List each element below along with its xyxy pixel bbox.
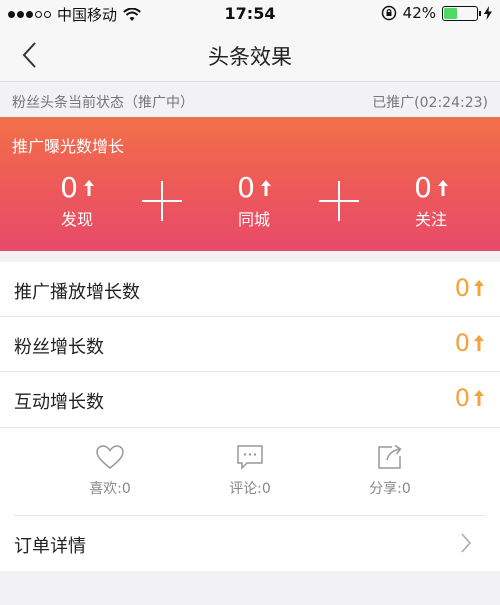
- comment-count: 评论:0: [229, 481, 271, 497]
- plus-icon: [319, 181, 359, 221]
- stat-following: 0 关注: [381, 171, 481, 230]
- row-value: 0: [455, 384, 484, 412]
- divider: [14, 515, 486, 516]
- list-item: 互动增长数 0: [0, 372, 500, 427]
- stat-same-city: 0 同城: [204, 171, 304, 230]
- status-right: 42%: [381, 4, 492, 22]
- stat-value: 0: [414, 171, 432, 204]
- comment-button[interactable]: 评论:0: [190, 442, 310, 498]
- order-details-row[interactable]: 订单详情: [0, 515, 500, 571]
- orientation-lock-icon: [381, 5, 396, 21]
- row-label: 互动增长数: [14, 392, 104, 413]
- row-value-number: 0: [454, 329, 470, 357]
- row-value: 0: [455, 274, 484, 302]
- battery-icon: [442, 5, 481, 21]
- battery-percent: 42%: [402, 4, 436, 22]
- arrow-up-icon: [474, 280, 484, 296]
- like-count: 喜欢:0: [89, 481, 131, 497]
- like-button[interactable]: 喜欢:0: [50, 442, 170, 498]
- battery-level: [444, 7, 458, 19]
- growth-list: 推广播放增长数 0 粉丝增长数 0 互动增长数 0: [0, 262, 500, 427]
- promotion-status-row: 粉丝头条当前状态（推广中） 已推广(02:24:23): [0, 83, 500, 117]
- row-label: 推广播放增长数: [14, 282, 140, 303]
- charging-icon: [484, 6, 492, 20]
- list-item: 推广播放增长数 0: [0, 262, 500, 317]
- promotion-elapsed-time: 已推广(02:24:23): [372, 95, 488, 111]
- row-value-number: 0: [454, 274, 470, 302]
- row-value: 0: [455, 329, 484, 357]
- stat-label: 发现: [60, 210, 93, 229]
- interaction-actions: 喜欢:0 评论:0 分享:0: [0, 427, 500, 515]
- stat-label: 关注: [414, 210, 447, 229]
- arrow-up-icon: [260, 179, 271, 196]
- arrow-up-icon: [83, 179, 94, 196]
- row-label: 粉丝增长数: [14, 337, 104, 358]
- arrow-up-icon: [437, 179, 448, 196]
- row-value-number: 0: [454, 384, 470, 412]
- stat-value: 0: [60, 171, 78, 204]
- comment-icon: [237, 445, 263, 470]
- share-count: 分享:0: [369, 481, 411, 497]
- page-title: 头条效果: [208, 45, 292, 69]
- share-button[interactable]: 分享:0: [330, 442, 450, 498]
- share-icon: [378, 444, 402, 469]
- promotion-status-label: 粉丝头条当前状态（推广中）: [12, 95, 194, 111]
- chevron-right-icon: [461, 533, 472, 553]
- heart-icon: [96, 445, 124, 469]
- exposure-stats-title: 推广曝光数增长: [12, 137, 125, 156]
- nav-bar: 头条效果: [0, 28, 500, 82]
- plus-icon: [142, 181, 182, 221]
- stat-label: 同城: [237, 210, 270, 229]
- stat-discover: 0 发现: [27, 171, 127, 230]
- stat-value: 0: [237, 171, 255, 204]
- list-item: 粉丝增长数 0: [0, 317, 500, 372]
- exposure-stats-panel: 推广曝光数增长 0 发现 0 同城 0 关注: [0, 117, 500, 251]
- arrow-up-icon: [474, 335, 484, 351]
- status-bar: 中国移动 17:54 42%: [0, 0, 500, 28]
- order-details-label: 订单详情: [14, 536, 86, 557]
- arrow-up-icon: [474, 390, 484, 406]
